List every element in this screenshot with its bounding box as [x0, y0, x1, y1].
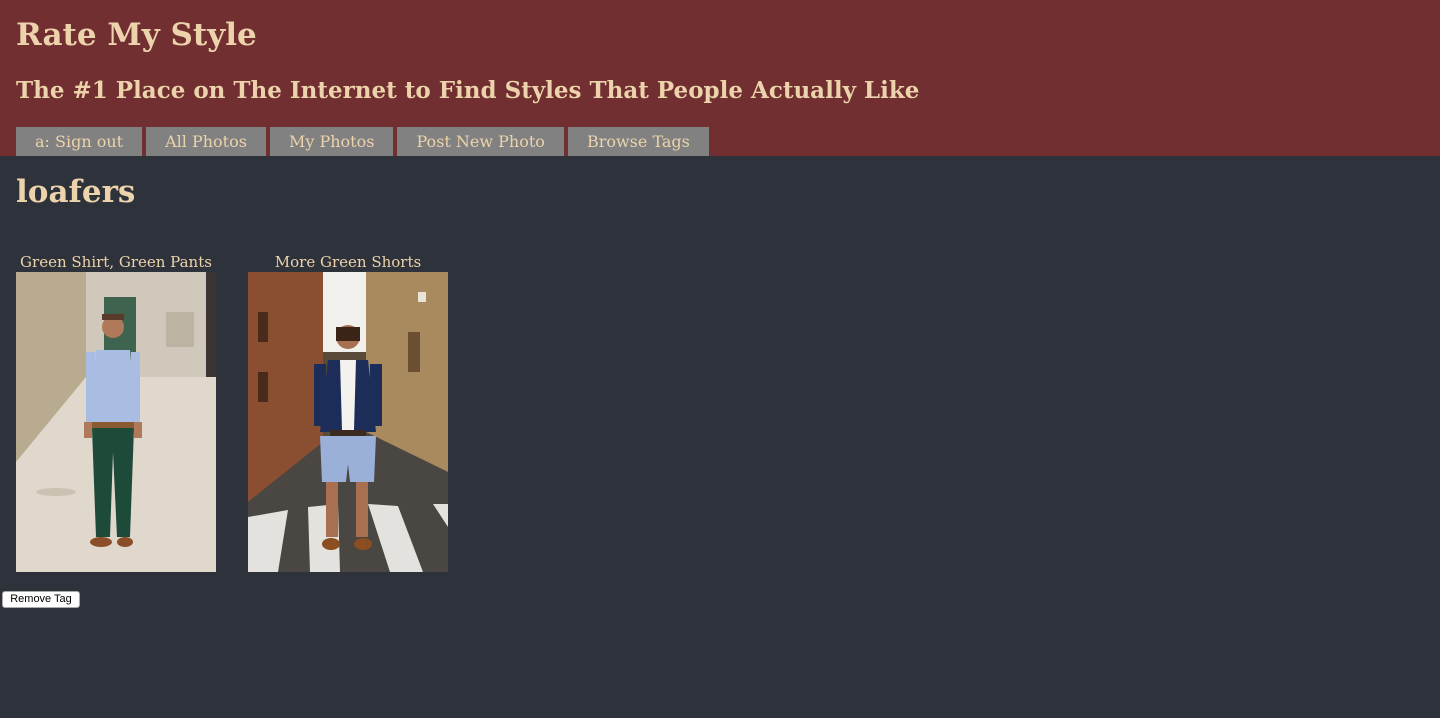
nav-my-photos[interactable]: My Photos: [269, 127, 394, 156]
nav-bar: a: Sign out All Photos My Photos Post Ne…: [16, 127, 709, 156]
tag-heading: loafers: [16, 174, 136, 210]
photo-card: More Green Shorts: [248, 253, 448, 572]
photo-card: Green Shirt, Green Pants: [16, 253, 216, 572]
nav-all-photos[interactable]: All Photos: [146, 127, 266, 156]
photo-title[interactable]: Green Shirt, Green Pants: [16, 253, 216, 272]
site-header: Rate My Style The #1 Place on The Intern…: [0, 0, 1440, 156]
remove-tag-button[interactable]: Remove Tag: [2, 591, 80, 608]
site-tagline: The #1 Place on The Internet to Find Sty…: [16, 77, 920, 104]
site-title: Rate My Style: [16, 17, 257, 53]
sign-out-button[interactable]: a: Sign out: [16, 127, 143, 156]
photo-title[interactable]: More Green Shorts: [248, 253, 448, 272]
nav-post-new-photo[interactable]: Post New Photo: [397, 127, 564, 156]
photo-image[interactable]: [16, 272, 216, 572]
nav-browse-tags[interactable]: Browse Tags: [567, 127, 709, 156]
photo-image[interactable]: [248, 272, 448, 572]
